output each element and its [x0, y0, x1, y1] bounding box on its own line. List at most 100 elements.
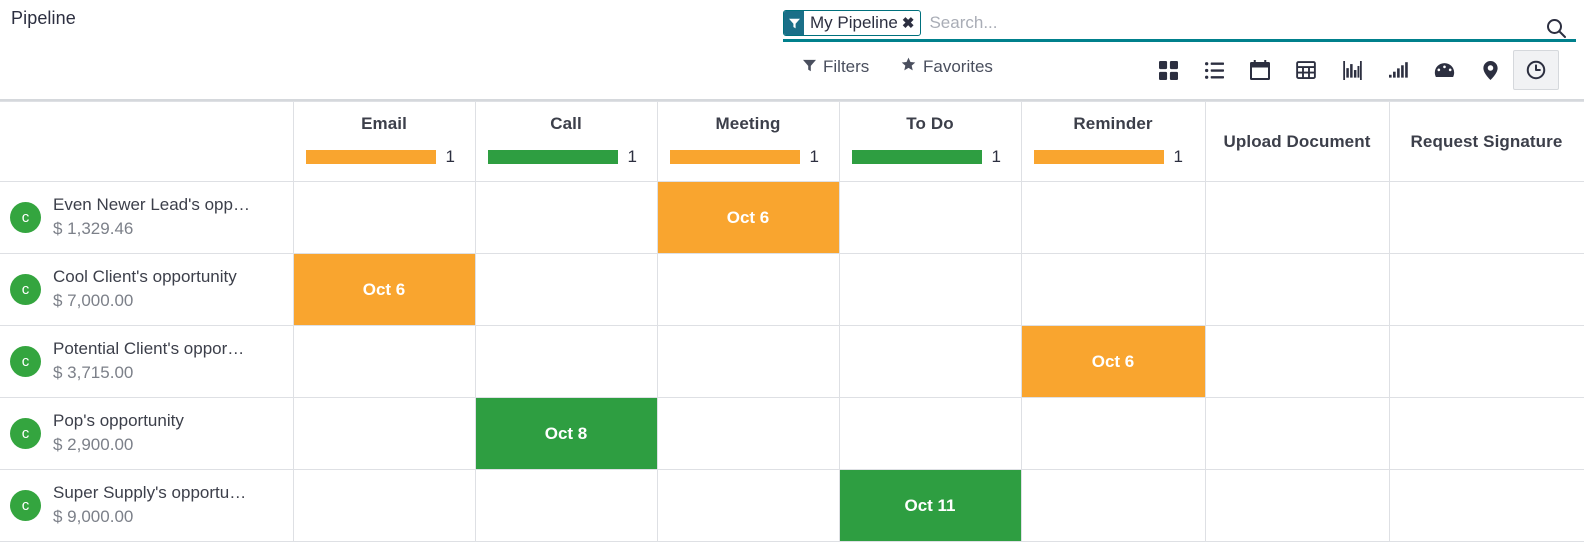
activity-date-label: Oct 11 [839, 470, 1021, 541]
favorites-label: Favorites [923, 57, 993, 76]
activity-view: Email 1 Call 1 Meeting 1 To Do 1 Reminder 1 Upload… [0, 101, 1584, 544]
activity-cell[interactable]: Oct 6 [292, 253, 476, 326]
activity-cell-empty [1388, 253, 1584, 326]
activity-date-label [1206, 182, 1389, 253]
record-amount: $ 9,000.00 [53, 507, 134, 526]
header-activity-type: Upload Document [1204, 101, 1390, 182]
activity-cell-empty [838, 253, 1022, 326]
view-button-pivot[interactable] [1283, 50, 1329, 90]
activity-cell-empty [474, 325, 658, 398]
header-activity-type: Reminder 1 [1020, 101, 1206, 182]
view-button-kanban[interactable] [1145, 50, 1191, 90]
filter-icon [784, 11, 804, 35]
record-cell[interactable]: c Cool Client's opportunity $ 7,000.00 [0, 253, 294, 326]
activity-cell-empty [1204, 253, 1390, 326]
activity-cell-empty [1020, 469, 1206, 542]
search-facet-label: My Pipeline [810, 13, 898, 32]
record-cell[interactable]: c Even Newer Lead's opp… $ 1,329.46 [0, 181, 294, 254]
activity-cell[interactable]: Oct 8 [474, 397, 658, 470]
avatar: c [10, 418, 41, 449]
activity-date-label [476, 182, 657, 253]
header-activity-type: Meeting 1 [656, 101, 840, 182]
table-row: c Even Newer Lead's opp… $ 1,329.46 Oct 6 [0, 181, 1584, 254]
activity-cell-empty [1204, 397, 1390, 470]
activity-date-label [1022, 398, 1205, 469]
activity-cell-empty [1204, 325, 1390, 398]
filters-dropdown[interactable]: Filters [797, 53, 875, 81]
view-button-calendar[interactable] [1237, 50, 1283, 90]
breadcrumb[interactable]: Pipeline [11, 8, 76, 29]
favorites-dropdown[interactable]: Favorites [895, 53, 999, 81]
activity-date-label [1206, 254, 1389, 325]
activity-cell-empty [1204, 181, 1390, 254]
activity-date-label [1390, 182, 1584, 253]
header-record-column [0, 101, 294, 182]
activity-date-label: Oct 8 [475, 398, 657, 469]
header-activity-label: Upload Document [1223, 131, 1371, 151]
search-view: My Pipeline ✖ [783, 7, 1576, 42]
activity-date-label [1390, 470, 1584, 541]
avatar: c [10, 490, 41, 521]
header-activity-type: Call 1 [474, 101, 658, 182]
record-amount: $ 1,329.46 [53, 219, 134, 238]
progress-bar [851, 150, 982, 164]
activity-cell-empty [1388, 325, 1584, 398]
activity-date-label: Oct 6 [1021, 326, 1205, 397]
calendar-icon [1250, 60, 1270, 80]
record-amount: $ 3,715.00 [53, 363, 134, 382]
header-activity-label: Call [550, 114, 582, 133]
activity-count: 1 [809, 147, 819, 166]
activity-count: 1 [445, 147, 455, 166]
bar-chart-icon [1342, 60, 1362, 80]
record-name: Pop's opportunity [53, 411, 184, 431]
activity-date-label [476, 470, 657, 541]
activity-date-label [294, 182, 475, 253]
view-button-map[interactable] [1467, 50, 1513, 90]
activity-date-label [658, 398, 839, 469]
view-button-dashboard[interactable] [1421, 50, 1467, 90]
map-pin-icon [1481, 60, 1500, 80]
activity-cell-empty [292, 397, 476, 470]
header-activity-label: To Do [906, 114, 954, 133]
activity-date-label [1390, 398, 1584, 469]
activity-cell-empty [1388, 181, 1584, 254]
search-facet-my-pipeline[interactable]: My Pipeline ✖ [783, 10, 922, 36]
search-icon[interactable] [1544, 16, 1568, 40]
activity-count: 1 [1173, 147, 1183, 166]
record-cell[interactable]: c Pop's opportunity $ 2,900.00 [0, 397, 294, 470]
header-row: Email 1 Call 1 Meeting 1 To Do 1 Reminder 1 Upload… [0, 101, 1584, 182]
close-icon[interactable]: ✖ [902, 11, 921, 35]
activity-date-label [1390, 254, 1584, 325]
activity-cell-empty [1204, 469, 1390, 542]
list-icon [1204, 61, 1224, 80]
record-amount: $ 7,000.00 [53, 291, 134, 310]
search-input[interactable] [921, 13, 1576, 33]
activity-cell-empty [838, 325, 1022, 398]
filter-icon [803, 57, 816, 77]
view-button-graph[interactable] [1329, 50, 1375, 90]
activity-cell-empty [474, 469, 658, 542]
activity-date-label [294, 326, 475, 397]
activity-date-label [294, 398, 475, 469]
view-button-cohort[interactable] [1375, 50, 1421, 90]
activity-cell[interactable]: Oct 11 [838, 469, 1022, 542]
view-button-activity[interactable] [1513, 50, 1559, 90]
record-cell[interactable]: c Potential Client's oppor… $ 3,715.00 [0, 325, 294, 398]
filters-label: Filters [823, 57, 870, 76]
view-button-list[interactable] [1191, 50, 1237, 90]
progress-bar [305, 150, 436, 164]
activity-date-label [294, 470, 475, 541]
activity-cell-empty [1388, 397, 1584, 470]
activity-cell[interactable]: Oct 6 [1020, 325, 1206, 398]
activity-table: Email 1 Call 1 Meeting 1 To Do 1 Reminder 1 Upload… [0, 101, 1584, 542]
activity-cell-empty [656, 325, 840, 398]
activity-cell-empty [474, 253, 658, 326]
activity-cell[interactable]: Oct 6 [656, 181, 840, 254]
record-cell[interactable]: c Super Supply's opportu… $ 9,000.00 [0, 469, 294, 542]
header-progress: 1 [851, 147, 1009, 167]
kanban-icon [1158, 60, 1178, 80]
record-name: Super Supply's opportu… [53, 483, 247, 503]
avatar: c [10, 274, 41, 305]
table-row: c Cool Client's opportunity $ 7,000.00 Oct … [0, 253, 1584, 326]
activity-cell-empty [1020, 253, 1206, 326]
